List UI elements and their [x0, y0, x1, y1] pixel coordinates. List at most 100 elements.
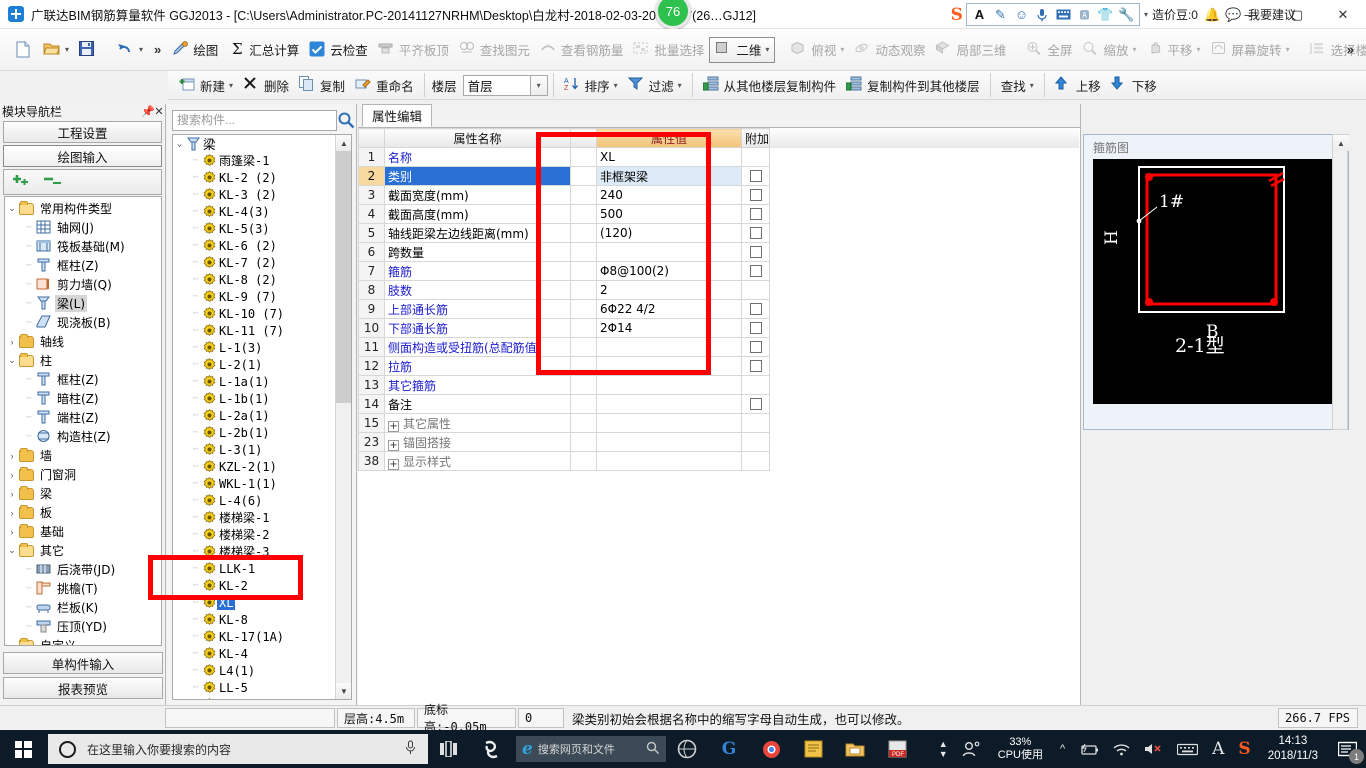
property-additional-cell[interactable] [741, 394, 770, 414]
property-table-body[interactable]: 1 名称 XL 2 类别 非框架梁 3 截面宽度(mm) 240 4 截面高度(mm) 500 5 轴线距… [358, 147, 1080, 471]
clock[interactable]: 14:13 2018/11/3 [1258, 734, 1328, 764]
copy-from-floor-button[interactable]: 从其他楼层复制构件 [698, 70, 842, 100]
member-list-item[interactable]: ┈ XL [173, 594, 336, 611]
ie-search-box[interactable]: e 搜索网页和文件 [516, 736, 666, 762]
nav-tree-item[interactable]: ┈ 剪力墙(Q) [5, 275, 161, 294]
tab-drawing-input[interactable]: 绘图输入 [3, 145, 162, 167]
property-additional-cell[interactable] [741, 318, 770, 338]
minimize-button[interactable]: — [1228, 0, 1274, 29]
property-row[interactable]: 11 侧面构造或受扭筋(总配筋值) [358, 337, 1080, 357]
note-icon[interactable] [792, 730, 834, 768]
undo-button[interactable]: ▾ [112, 35, 148, 65]
sogou-more-caret[interactable]: ▾ [1144, 10, 1148, 19]
toolbar-overflow-left[interactable]: » [154, 42, 161, 57]
property-value-cell[interactable]: Φ8@100(2) [596, 261, 742, 281]
additional-checkbox[interactable] [749, 341, 762, 353]
nav-tree-item[interactable]: ┈ 后浇带(JD) [5, 560, 161, 579]
tree-expander-icon[interactable]: › [5, 527, 19, 537]
bell-icon[interactable]: 🔔 [1202, 4, 1223, 25]
tray-expand-icon[interactable]: ^ [1053, 730, 1072, 768]
property-additional-cell[interactable] [741, 299, 770, 319]
find-caret-icon[interactable]: ▾ [1030, 81, 1034, 90]
property-additional-cell[interactable] [741, 166, 770, 186]
toolbar-overflow-right[interactable]: » [1347, 42, 1354, 57]
member-list-item[interactable]: ┈ KL-11 (7) [173, 322, 336, 339]
member-tree[interactable]: ⌄ 梁 ┈ 雨篷梁-1 ┈ KL-2 (2) ┈ KL-3 (2) ┈ KL-4(3) ┈ KL-5(… [172, 134, 352, 700]
tree-expander-icon[interactable]: › [5, 508, 19, 518]
update-badge[interactable]: 76 [655, 0, 691, 29]
property-row[interactable]: 14 备注 [358, 394, 1080, 414]
keyboard-icon[interactable] [1170, 730, 1205, 768]
ime-indicator[interactable]: A [1205, 730, 1231, 768]
member-list-item[interactable]: ┈ KL-8 (2) [173, 271, 336, 288]
microphone-icon[interactable] [405, 740, 416, 758]
member-list-item[interactable]: ┈ L-2a(1) [173, 407, 336, 424]
additional-checkbox[interactable] [749, 398, 762, 410]
sogou-logo-icon[interactable]: S [948, 5, 966, 25]
save-button[interactable] [74, 35, 102, 65]
member-list-item[interactable]: ┈ KL-5(3) [173, 220, 336, 237]
property-additional-cell[interactable] [741, 337, 770, 357]
member-list-item[interactable]: ┈ 楼梯梁-3 [173, 543, 336, 560]
member-list-item[interactable]: ┈ KL-2 (2) [173, 169, 336, 186]
move-down-button[interactable]: 下移 [1106, 70, 1162, 100]
notification-center-button[interactable]: 1 [1328, 730, 1366, 768]
nav-tree-item[interactable]: ┈ 挑檐(T) [5, 579, 161, 598]
sort-button[interactable]: AZ 排序 ▾ [559, 70, 623, 100]
nav-tree-item[interactable]: ⌄ 柱 [5, 351, 161, 370]
member-list-item[interactable]: ┈ L-1b(1) [173, 390, 336, 407]
maximize-button[interactable]: ▢ [1274, 0, 1320, 29]
cpu-usage-indicator[interactable]: 33% CPU使用 [988, 736, 1053, 762]
pdf-icon[interactable]: PDF [876, 730, 918, 768]
property-value-cell[interactable] [596, 242, 742, 262]
property-row[interactable]: 2 类别 非框架梁 [358, 166, 1080, 186]
filter-button[interactable]: 过滤 ▾ [623, 70, 687, 100]
volume-muted-icon[interactable] [1137, 730, 1170, 768]
property-additional-cell[interactable] [741, 280, 770, 300]
property-value-cell[interactable] [596, 394, 742, 414]
filter-caret-icon[interactable]: ▾ [678, 81, 682, 90]
tree-expander-icon[interactable]: › [5, 451, 19, 461]
tab-report-preview[interactable]: 报表预览 [3, 677, 163, 699]
member-list-item[interactable]: ┈ L-2(1) [173, 356, 336, 373]
property-additional-cell[interactable] [741, 451, 770, 471]
property-name-cell[interactable]: 侧面构造或受扭筋(总配筋值) [384, 337, 571, 357]
member-list-item[interactable]: ┈ KL-3 (2) [173, 186, 336, 203]
property-row[interactable]: 12 拉筋 [358, 356, 1080, 376]
property-name-cell[interactable]: 轴线距梁左边线距离(mm) [384, 223, 571, 243]
scroll-down-arrow[interactable]: ▼ [336, 683, 351, 699]
member-list-item[interactable]: ┈ L-2b(1) [173, 424, 336, 441]
property-row[interactable]: 3 截面宽度(mm) 240 [358, 185, 1080, 205]
chrome-icon[interactable] [750, 730, 792, 768]
tree-expander-icon[interactable]: ⌄ [173, 139, 186, 149]
additional-checkbox[interactable] [749, 227, 762, 239]
people-icon[interactable] [955, 730, 988, 768]
expand-all-icon[interactable] [10, 173, 32, 191]
nav-tree-item[interactable]: ┈ 框柱(Z) [5, 256, 161, 275]
nav-tree-item[interactable]: › 板 [5, 503, 161, 522]
batch-select-button[interactable]: 批量选择 [628, 35, 709, 65]
top-view-button[interactable]: 俯视 ▾ [785, 35, 849, 65]
property-row[interactable]: 23 + 锚固搭接 [358, 432, 1080, 452]
zoom-caret-icon[interactable]: ▾ [1133, 45, 1137, 54]
nav-tree-item[interactable]: ┈ 现浇板(B) [5, 313, 161, 332]
local-3d-button[interactable]: 局部三维 [930, 35, 1011, 65]
tree-expander-icon[interactable]: ⌄ [5, 545, 19, 556]
nav-tree-item[interactable]: ┈ 暗柱(Z) [5, 389, 161, 408]
property-row[interactable]: 5 轴线距梁左边线距离(mm) (120) [358, 223, 1080, 243]
member-list-item[interactable]: ┈ 楼梯梁-2 [173, 526, 336, 543]
property-value-cell[interactable]: (120) [596, 223, 742, 243]
font-icon[interactable]: A [969, 4, 990, 25]
microphone-icon[interactable] [1032, 4, 1053, 25]
tree-expander-icon[interactable]: ⌄ [5, 203, 19, 214]
property-row[interactable]: 6 跨数量 [358, 242, 1080, 262]
nav-tree-item[interactable]: ┈ 框柱(Z) [5, 370, 161, 389]
start-button[interactable] [0, 730, 46, 768]
property-row[interactable]: 4 截面高度(mm) 500 [358, 204, 1080, 224]
member-list-item[interactable]: ┈ KL-6 (2) [173, 237, 336, 254]
property-name-cell[interactable]: 截面高度(mm) [384, 204, 571, 224]
member-list-item[interactable]: ┈ L4(1) [173, 662, 336, 679]
property-additional-cell[interactable] [741, 432, 770, 452]
nav-tree-item[interactable]: ⌄ 其它 [5, 541, 161, 560]
property-name-cell[interactable]: 箍筋 [384, 261, 571, 281]
